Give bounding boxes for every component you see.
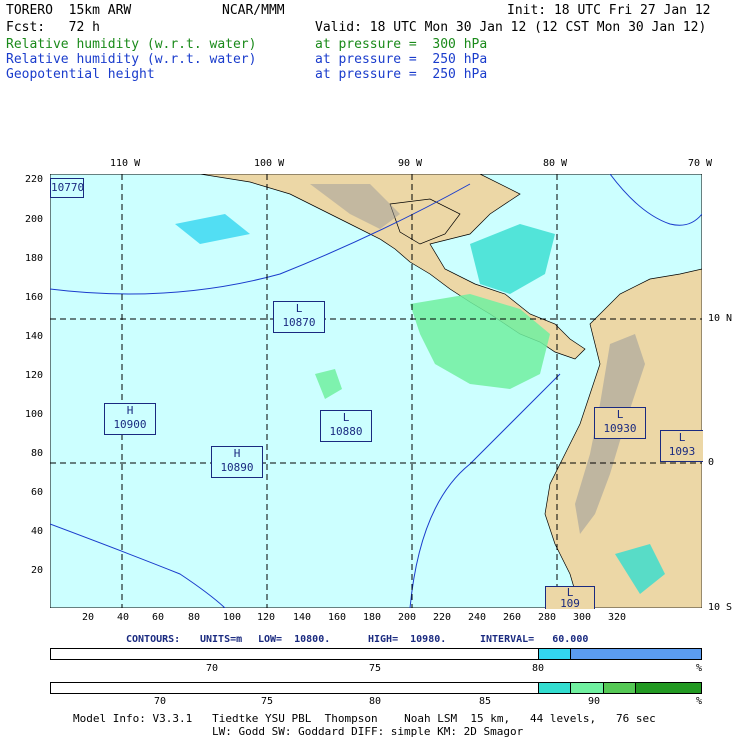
x-tick: 80 (188, 612, 201, 623)
colorbar-300-label: 85 (479, 696, 492, 707)
forecast-hour: Fcst: 72 h (6, 20, 100, 35)
org-label: NCAR/MMM (222, 3, 285, 18)
field-3-name: Geopotential height (6, 67, 155, 82)
colorbar-segment (51, 683, 539, 693)
pressure-center-value: 109 (560, 597, 580, 609)
pressure-center-low: L 10870 (273, 301, 325, 333)
model-title: TORERO 15km ARW (6, 3, 132, 18)
y-tick: 60 (31, 487, 44, 498)
contours-units: UNITS=m (200, 634, 243, 645)
x-tick: 280 (538, 612, 557, 623)
pressure-center-high: H 10890 (211, 446, 263, 478)
pressure-center-value: 1093 (668, 445, 696, 458)
pressure-center-high: H 10900 (104, 403, 156, 435)
field-2-name: Relative humidity (w.r.t. water) (6, 52, 257, 67)
pressure-center-type: H (233, 447, 241, 460)
y-tick: 140 (25, 331, 44, 342)
init-time: Init: 18 UTC Fri 27 Jan 12 (507, 3, 711, 18)
pressure-center-value: 10770 (51, 181, 85, 194)
colorbar-300-label: 75 (261, 696, 274, 707)
pressure-center-low: 10770 (50, 178, 84, 198)
pressure-center-type: H (126, 404, 134, 417)
colorbar-300-label: 90 (588, 696, 601, 707)
colorbar-segment (636, 683, 701, 693)
lon-label-80w: 80 W (543, 158, 568, 169)
y-tick: 220 (25, 174, 44, 185)
pressure-center-value: 10930 (603, 422, 637, 435)
y-tick: 40 (31, 526, 44, 537)
lat-label-10n: 10 N (708, 313, 733, 324)
y-tick: 200 (25, 214, 44, 225)
colorbar-300-label: 80 (369, 696, 382, 707)
lat-label-10s: 10 S (708, 602, 733, 613)
colorbar-300-label: 70 (154, 696, 167, 707)
x-tick: 220 (433, 612, 452, 623)
y-tick: 180 (25, 253, 44, 264)
y-tick: 100 (25, 409, 44, 420)
lon-label-100w: 100 W (254, 158, 285, 169)
x-tick: 40 (117, 612, 130, 623)
x-tick: 20 (82, 612, 95, 623)
lon-label-90w: 90 W (398, 158, 423, 169)
lat-label-eq: 0 (708, 457, 715, 468)
x-tick: 200 (398, 612, 417, 623)
colorbar-250hpa (50, 648, 702, 660)
pressure-center-value: 10870 (282, 316, 316, 329)
contours-interval: INTERVAL= 60.000 (480, 634, 589, 645)
x-tick: 140 (293, 612, 312, 623)
colorbar-segment (538, 683, 571, 693)
colorbar-250-label: 80 (532, 663, 545, 674)
pressure-center-low: L 10930 (594, 407, 646, 439)
contours-high: HIGH= 10980. (368, 634, 447, 645)
field-3-level: at pressure = 250 hPa (315, 67, 488, 82)
y-tick: 80 (31, 448, 44, 459)
pressure-center-value: 10880 (329, 425, 363, 438)
colorbar-segment (571, 649, 701, 659)
model-info: Model Info: V3.3.1 Tiedtke YSU PBL Thomp… (73, 712, 656, 725)
colorbar-250-label: 70 (206, 663, 219, 674)
colorbar-250-label: 75 (369, 663, 382, 674)
pressure-center-type: L (616, 408, 624, 421)
lon-label-70w: 70 W (688, 158, 713, 169)
lon-label-110w: 110 W (110, 158, 141, 169)
y-tick: 20 (31, 565, 44, 576)
colorbar-segment (51, 649, 539, 659)
colorbar-segment (603, 683, 636, 693)
pressure-center-type: L (678, 431, 686, 444)
colorbar-300hpa (50, 682, 702, 694)
y-tick: 160 (25, 292, 44, 303)
pressure-center-low: L 109 (545, 586, 595, 609)
pressure-center-type: L (295, 302, 303, 315)
model-physics: LW: Godd SW: Goddard DIFF: simple KM: 2D… (212, 725, 524, 738)
x-tick: 260 (503, 612, 522, 623)
contours-label: CONTOURS: (126, 634, 181, 645)
colorbar-250-unit: % (696, 663, 703, 674)
field-2-level: at pressure = 250 hPa (315, 52, 488, 67)
x-tick: 240 (468, 612, 487, 623)
field-1-name: Relative humidity (w.r.t. water) (6, 37, 257, 52)
colorbar-300-unit: % (696, 696, 703, 707)
contours-low: LOW= 10800. (258, 634, 331, 645)
x-tick: 120 (257, 612, 276, 623)
x-tick: 180 (363, 612, 382, 623)
y-tick: 120 (25, 370, 44, 381)
pressure-center-value: 10900 (113, 418, 147, 431)
weather-map (50, 174, 702, 608)
pressure-center-low: L 10880 (320, 410, 372, 442)
x-tick: 60 (152, 612, 165, 623)
pressure-center-low: L 1093 (660, 430, 703, 462)
pressure-center-value: 10890 (220, 461, 254, 474)
x-tick: 320 (608, 612, 627, 623)
colorbar-segment (571, 683, 604, 693)
pressure-center-type: L (342, 411, 350, 424)
x-tick: 160 (328, 612, 347, 623)
x-tick: 100 (223, 612, 242, 623)
colorbar-segment (538, 649, 571, 659)
valid-time: Valid: 18 UTC Mon 30 Jan 12 (12 CST Mon … (315, 20, 707, 35)
field-1-level: at pressure = 300 hPa (315, 37, 488, 52)
x-tick: 300 (573, 612, 592, 623)
